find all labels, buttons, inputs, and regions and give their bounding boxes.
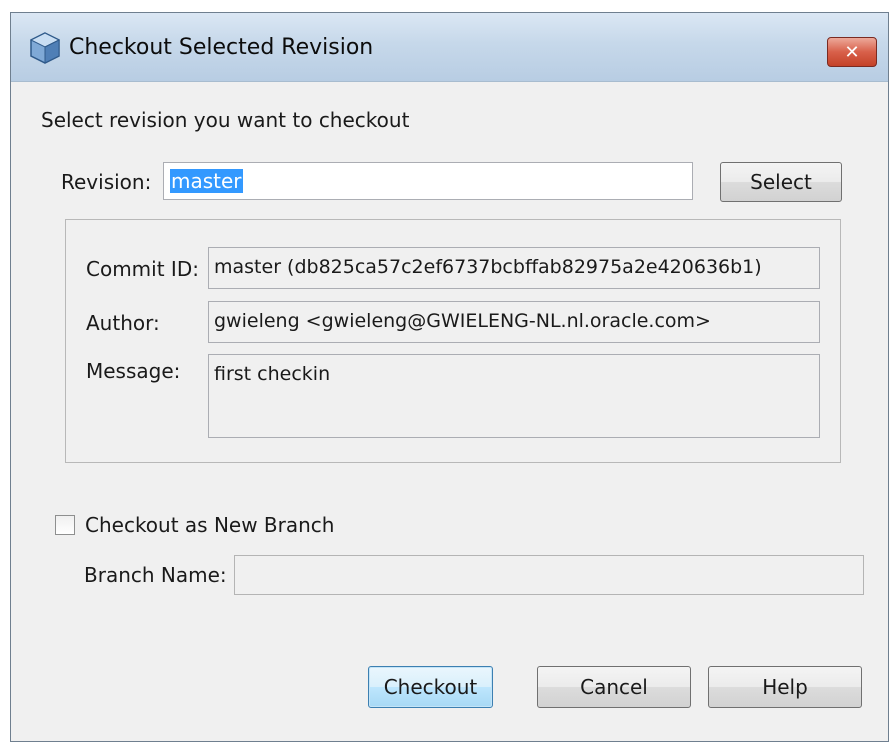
revision-details-group: Commit ID: master (db825ca57c2ef6737bcbf… [65, 219, 841, 463]
revision-input[interactable]: master [163, 162, 693, 200]
checkout-button[interactable]: Checkout [368, 666, 493, 708]
commit-id-field[interactable]: master (db825ca57c2ef6737bcbffab82975a2e… [208, 247, 820, 289]
revision-label: Revision: [61, 170, 152, 194]
new-branch-label[interactable]: Checkout as New Branch [85, 513, 334, 537]
message-field[interactable]: first checkin [208, 354, 820, 438]
window-title: Checkout Selected Revision [69, 35, 374, 60]
new-branch-checkbox[interactable] [55, 515, 75, 535]
instructions-text: Select revision you want to checkout [41, 108, 410, 132]
cancel-button[interactable]: Cancel [537, 666, 691, 708]
help-button[interactable]: Help [708, 666, 862, 708]
author-field[interactable]: gwieleng <gwieleng@GWIELENG-NL.nl.oracle… [208, 301, 820, 343]
branch-name-input[interactable] [234, 555, 864, 595]
title-bar[interactable]: Checkout Selected Revision ✕ [11, 13, 888, 82]
revision-value: master [170, 169, 243, 193]
checkout-dialog: Checkout Selected Revision ✕ Select revi… [10, 12, 889, 742]
netbeans-cube-icon [29, 31, 61, 65]
branch-name-label: Branch Name: [84, 563, 227, 587]
select-button[interactable]: Select [720, 162, 842, 202]
dialog-body: Select revision you want to checkout Rev… [11, 82, 888, 741]
author-label: Author: [86, 311, 160, 335]
message-label: Message: [86, 359, 181, 383]
commit-id-label: Commit ID: [86, 257, 199, 281]
close-icon: ✕ [844, 41, 860, 63]
close-button[interactable]: ✕ [827, 37, 877, 67]
